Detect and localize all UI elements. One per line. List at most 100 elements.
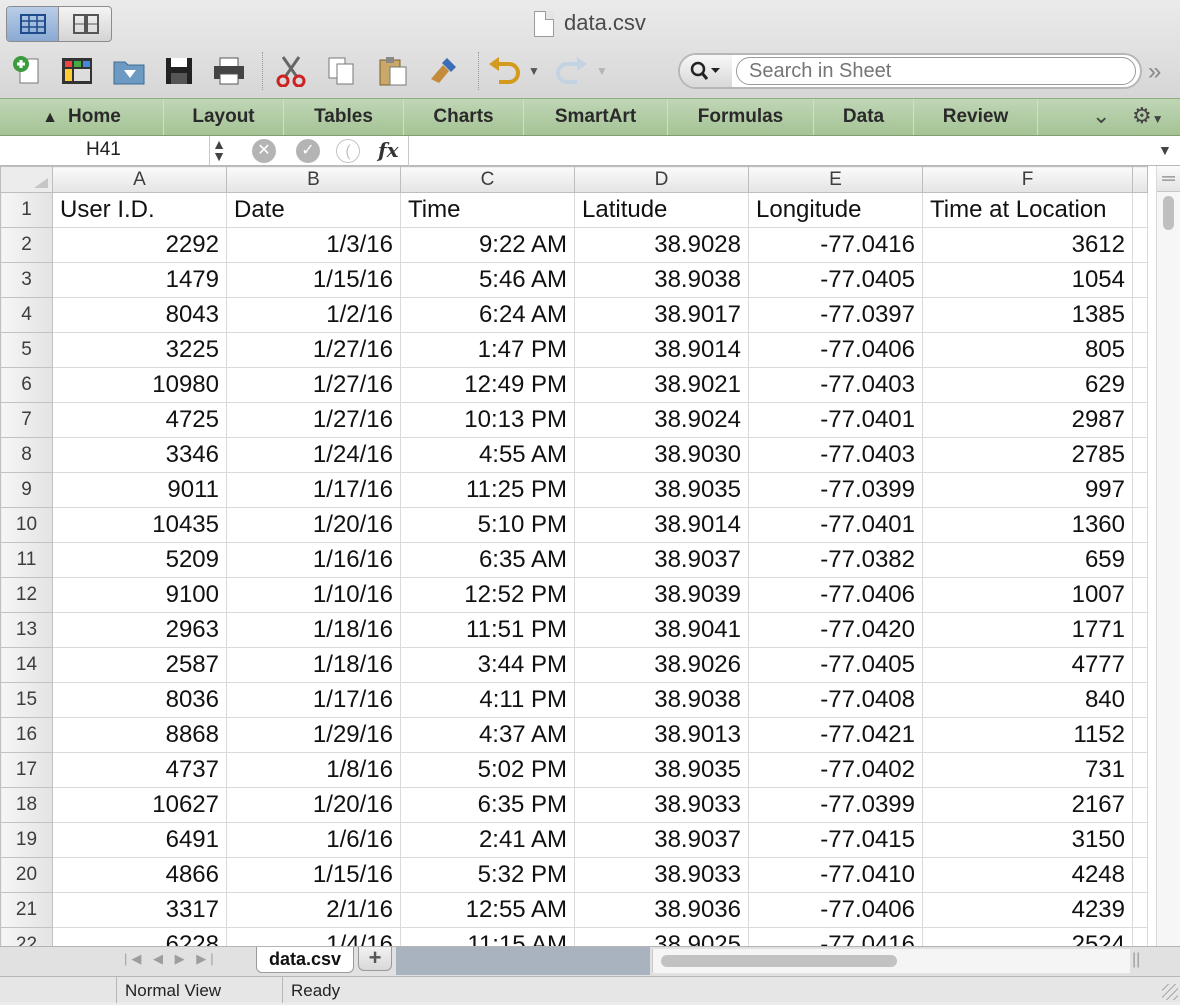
row-number[interactable]: 9 xyxy=(0,472,53,508)
data-cell[interactable]: 731 xyxy=(922,752,1133,788)
data-cell[interactable]: 9100 xyxy=(52,577,227,613)
data-cell[interactable]: 4:37 AM xyxy=(400,717,575,753)
column-header-empty[interactable] xyxy=(1132,166,1148,193)
accept-entry-icon[interactable]: ✓ xyxy=(296,139,320,163)
data-cell[interactable]: 1:47 PM xyxy=(400,332,575,368)
empty-cell[interactable] xyxy=(1132,682,1148,718)
data-cell[interactable]: 1/15/16 xyxy=(226,857,401,893)
undo-menu-chevron-icon[interactable]: ▼ xyxy=(522,52,546,90)
column-title-cell[interactable]: Time at Location xyxy=(922,192,1133,228)
row-number[interactable]: 22 xyxy=(0,927,53,946)
sheet-tab-data-csv[interactable]: data.csv xyxy=(256,947,354,973)
row-number[interactable]: 14 xyxy=(0,647,53,683)
empty-cell[interactable] xyxy=(1132,717,1148,753)
data-cell[interactable]: 1054 xyxy=(922,262,1133,298)
data-cell[interactable]: 9:22 AM xyxy=(400,227,575,263)
redo-icon[interactable] xyxy=(552,52,590,90)
data-cell[interactable]: 1/18/16 xyxy=(226,612,401,648)
row-number[interactable]: 7 xyxy=(0,402,53,438)
empty-cell[interactable] xyxy=(1132,857,1148,893)
column-header[interactable]: B xyxy=(226,166,401,193)
data-cell[interactable]: 1/8/16 xyxy=(226,752,401,788)
data-cell[interactable]: 3225 xyxy=(52,332,227,368)
data-cell[interactable]: 5:32 PM xyxy=(400,857,575,893)
row-number[interactable]: 21 xyxy=(0,892,53,928)
row-number[interactable]: 13 xyxy=(0,612,53,648)
data-cell[interactable]: 38.9030 xyxy=(574,437,749,473)
search-in-sheet-input[interactable] xyxy=(736,57,1136,85)
data-cell[interactable]: 2785 xyxy=(922,437,1133,473)
data-cell[interactable]: 1771 xyxy=(922,612,1133,648)
data-cell[interactable]: 1/17/16 xyxy=(226,472,401,508)
data-cell[interactable]: 1/17/16 xyxy=(226,682,401,718)
tab-home[interactable]: ▲ Home xyxy=(0,99,164,135)
column-title-cell[interactable]: Date xyxy=(226,192,401,228)
data-cell[interactable]: -77.0401 xyxy=(748,402,923,438)
data-cell[interactable]: -77.0406 xyxy=(748,332,923,368)
data-cell[interactable]: 5:02 PM xyxy=(400,752,575,788)
data-cell[interactable]: 38.9035 xyxy=(574,472,749,508)
data-cell[interactable]: 1/20/16 xyxy=(226,507,401,543)
data-cell[interactable]: 1/18/16 xyxy=(226,647,401,683)
horizontal-scroll-thumb[interactable] xyxy=(661,955,897,967)
row-number[interactable]: 2 xyxy=(0,227,53,263)
data-cell[interactable]: 2:41 AM xyxy=(400,822,575,858)
row-number[interactable]: 15 xyxy=(0,682,53,718)
row-number[interactable]: 8 xyxy=(0,437,53,473)
data-cell[interactable]: 4777 xyxy=(922,647,1133,683)
data-cell[interactable]: 12:52 PM xyxy=(400,577,575,613)
empty-cell[interactable] xyxy=(1132,367,1148,403)
data-cell[interactable]: 2167 xyxy=(922,787,1133,823)
data-cell[interactable]: 12:55 AM xyxy=(400,892,575,928)
data-cell[interactable]: 38.9017 xyxy=(574,297,749,333)
empty-cell[interactable] xyxy=(1132,332,1148,368)
split-handle-icon[interactable]: ═ xyxy=(1157,166,1180,192)
data-cell[interactable]: 5209 xyxy=(52,542,227,578)
data-cell[interactable]: 4248 xyxy=(922,857,1133,893)
data-cell[interactable]: 4725 xyxy=(52,402,227,438)
data-cell[interactable]: 1/27/16 xyxy=(226,367,401,403)
name-box-stepper-icon[interactable]: ▲ ▼ xyxy=(206,137,232,163)
data-cell[interactable]: 38.9021 xyxy=(574,367,749,403)
data-cell[interactable]: -77.0403 xyxy=(748,367,923,403)
data-cell[interactable]: -77.0403 xyxy=(748,437,923,473)
tab-tables[interactable]: Tables xyxy=(284,99,404,135)
row-number[interactable]: 16 xyxy=(0,717,53,753)
row-number[interactable]: 18 xyxy=(0,787,53,823)
data-cell[interactable]: 38.9033 xyxy=(574,787,749,823)
row-number[interactable]: 20 xyxy=(0,857,53,893)
tab-formulas[interactable]: Formulas xyxy=(668,99,814,135)
data-cell[interactable]: 2524 xyxy=(922,927,1133,946)
empty-cell[interactable] xyxy=(1132,227,1148,263)
data-cell[interactable]: 10:13 PM xyxy=(400,402,575,438)
data-cell[interactable]: 997 xyxy=(922,472,1133,508)
data-cell[interactable]: 4866 xyxy=(52,857,227,893)
vertical-scrollbar[interactable]: ═ xyxy=(1156,166,1180,946)
data-cell[interactable]: 4737 xyxy=(52,752,227,788)
data-cell[interactable]: -77.0399 xyxy=(748,472,923,508)
column-header[interactable]: F xyxy=(922,166,1133,193)
data-cell[interactable]: -77.0406 xyxy=(748,577,923,613)
data-cell[interactable]: 8036 xyxy=(52,682,227,718)
column-header[interactable]: C xyxy=(400,166,575,193)
data-cell[interactable]: 2587 xyxy=(52,647,227,683)
horizontal-scrollbar[interactable] xyxy=(652,949,1130,973)
column-header[interactable]: E xyxy=(748,166,923,193)
data-cell[interactable]: -77.0399 xyxy=(748,787,923,823)
data-cell[interactable]: 38.9014 xyxy=(574,507,749,543)
data-cell[interactable]: -77.0397 xyxy=(748,297,923,333)
data-cell[interactable]: 10980 xyxy=(52,367,227,403)
data-cell[interactable]: 659 xyxy=(922,542,1133,578)
data-cell[interactable]: 5:46 AM xyxy=(400,262,575,298)
row-number[interactable]: 11 xyxy=(0,542,53,578)
cut-icon[interactable] xyxy=(272,52,310,90)
data-cell[interactable]: 1007 xyxy=(922,577,1133,613)
data-cell[interactable]: 38.9038 xyxy=(574,682,749,718)
undo-icon[interactable] xyxy=(486,52,524,90)
data-cell[interactable]: 38.9038 xyxy=(574,262,749,298)
data-cell[interactable]: 1/27/16 xyxy=(226,402,401,438)
data-cell[interactable]: 38.9035 xyxy=(574,752,749,788)
data-cell[interactable]: 12:49 PM xyxy=(400,367,575,403)
column-header[interactable]: D xyxy=(574,166,749,193)
normal-view-button[interactable] xyxy=(7,7,59,41)
